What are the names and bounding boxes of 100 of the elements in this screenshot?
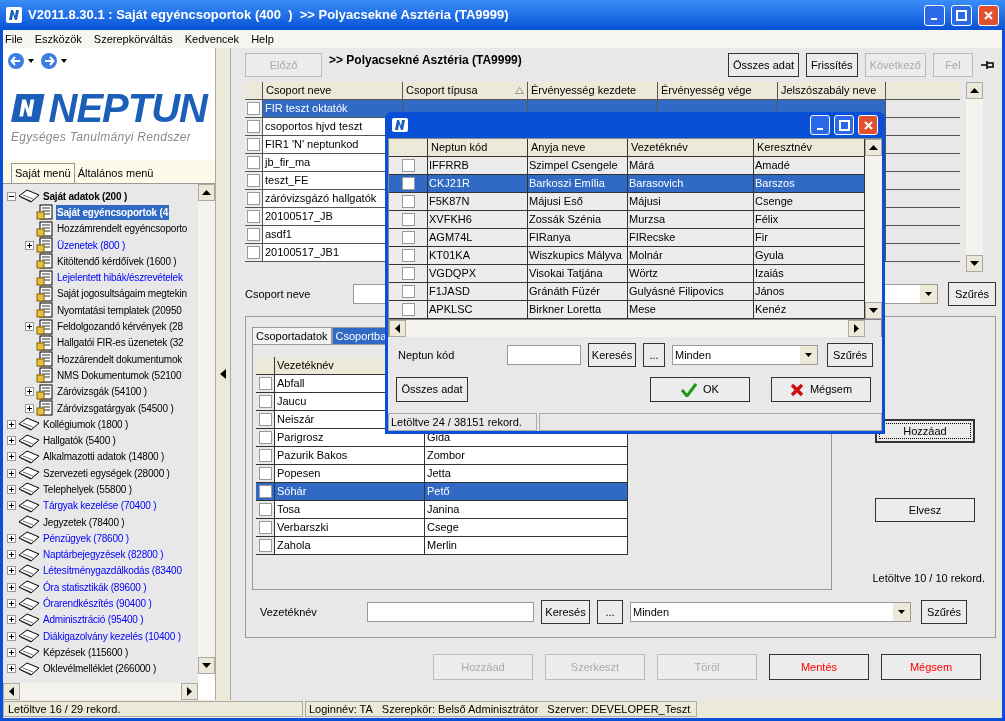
- checkbox[interactable]: [258, 449, 272, 462]
- filter-button[interactable]: Szűrés: [827, 343, 873, 367]
- tree-item[interactable]: Telephelyek (55800 ): [42, 482, 133, 497]
- expand-icon[interactable]: [7, 419, 16, 429]
- expand-icon[interactable]: [7, 485, 16, 494]
- checkbox[interactable]: [401, 231, 415, 244]
- search-input[interactable]: [367, 602, 534, 622]
- tree-item[interactable]: Saját egyéncsoportok (4: [56, 204, 169, 220]
- maximize-icon[interactable]: [834, 115, 854, 135]
- add-button[interactable]: Hozzáad: [875, 419, 975, 443]
- tree-item[interactable]: Létesítménygazdálkodás (83400: [42, 563, 183, 579]
- checkbox[interactable]: [258, 431, 272, 444]
- checkbox[interactable]: [258, 413, 272, 426]
- checkbox[interactable]: [247, 228, 260, 241]
- expand-icon[interactable]: [7, 566, 16, 576]
- filter-button[interactable]: Szűrés: [948, 282, 996, 306]
- column-header[interactable]: Csoport neve: [263, 82, 403, 99]
- checkbox[interactable]: [258, 377, 272, 390]
- close-icon[interactable]: [858, 115, 878, 135]
- expand-icon[interactable]: [7, 631, 16, 641]
- checkbox[interactable]: [401, 249, 415, 262]
- close-icon[interactable]: [978, 4, 999, 26]
- column-header[interactable]: Csoport típusa: [403, 82, 528, 99]
- menu-item[interactable]: Help: [251, 30, 274, 48]
- tree-item[interactable]: Hallgatók (5400 ): [42, 433, 117, 449]
- tree-item[interactable]: Lejelentett hibák/észrevételek: [56, 270, 184, 286]
- tree-item[interactable]: Üzenetek (800 ): [56, 237, 127, 253]
- menu-item[interactable]: Szerepkörváltás: [93, 30, 173, 48]
- tree-item[interactable]: Naptárbejegyzések (82800 ): [42, 547, 165, 563]
- checkbox[interactable]: [258, 521, 272, 534]
- expand-icon[interactable]: [7, 615, 16, 625]
- checkbox[interactable]: [401, 177, 415, 190]
- column-header[interactable]: Érvényesség vége: [658, 82, 778, 99]
- tree-item[interactable]: Saját adatok (200 ): [42, 188, 128, 204]
- checkbox[interactable]: [401, 285, 415, 298]
- tree-item[interactable]: Szervezeti egységek (28000 ): [42, 465, 171, 481]
- expand-icon[interactable]: [25, 322, 34, 331]
- checkbox[interactable]: [401, 159, 415, 172]
- column-header[interactable]: Jelszószabály neve: [778, 82, 886, 99]
- scrollbar[interactable]: [966, 82, 983, 272]
- toolbar-button[interactable]: Frissítés: [806, 53, 858, 77]
- tree-item[interactable]: Záróvizsgák (54100 ): [56, 384, 148, 400]
- menu-item[interactable]: File: [5, 30, 23, 48]
- scrollbar[interactable]: [3, 683, 198, 700]
- filter-dropdown[interactable]: Minden: [672, 345, 818, 365]
- scrollbar[interactable]: [198, 184, 215, 674]
- tree-item[interactable]: Hozzárendelt dokumentumok: [56, 351, 184, 367]
- expand-icon[interactable]: [7, 599, 16, 609]
- tree-item[interactable]: Nyomtatási templatek (20950: [56, 302, 183, 318]
- checkbox[interactable]: [247, 210, 260, 223]
- column-header[interactable]: Vezetéknév: [628, 139, 754, 156]
- search-button[interactable]: Keresés: [541, 600, 590, 624]
- checkbox[interactable]: [258, 503, 272, 516]
- remove-button[interactable]: Elvesz: [875, 498, 975, 522]
- checkbox[interactable]: [258, 485, 272, 498]
- tree-item[interactable]: Kollégiumok (1800 ): [42, 416, 130, 432]
- more-button[interactable]: ...: [597, 600, 623, 624]
- expand-icon[interactable]: [7, 468, 16, 478]
- all-data-button[interactable]: Összes adat: [396, 377, 468, 402]
- tab[interactable]: Csoportadatok: [252, 327, 332, 344]
- forward-icon[interactable]: [40, 52, 67, 70]
- tree-item[interactable]: Oklevélmelléklet (266000 ): [42, 661, 158, 677]
- collapse-panel-icon[interactable]: [220, 369, 226, 379]
- tree-item[interactable]: Kitöltendő kérdőívek (1600 ): [56, 253, 178, 269]
- back-icon[interactable]: [7, 52, 34, 70]
- minimize-icon[interactable]: [810, 115, 830, 135]
- checkbox[interactable]: [401, 195, 415, 208]
- column-header[interactable]: Anyja neve: [528, 139, 628, 156]
- expand-icon[interactable]: [7, 582, 16, 592]
- minimize-icon[interactable]: [924, 4, 945, 26]
- checkbox[interactable]: [401, 213, 415, 226]
- expand-icon[interactable]: [7, 550, 16, 560]
- tree-item[interactable]: Órarendkészítés (90400 ): [42, 596, 153, 612]
- checkbox[interactable]: [258, 467, 272, 480]
- tree-item[interactable]: Jegyzetek (78400 ): [42, 514, 126, 530]
- collapse-icon[interactable]: [7, 191, 16, 201]
- expand-icon[interactable]: [7, 436, 16, 446]
- expand-icon[interactable]: [7, 533, 16, 543]
- expand-icon[interactable]: [7, 501, 16, 511]
- tree-item[interactable]: Hallgatói FIR-es üzenetek (32: [56, 335, 185, 351]
- tree-item[interactable]: Feldolgozandó kérvények (28: [56, 319, 184, 334]
- expand-icon[interactable]: [25, 387, 34, 397]
- tree-item[interactable]: Diákigazolvány kezelés (10400 ): [42, 628, 182, 644]
- tree-item[interactable]: Záróvizsgatárgyak (54500 ): [56, 400, 175, 416]
- tree-item[interactable]: Óra statisztikák (89600 ): [42, 579, 148, 595]
- scrollbar[interactable]: [865, 139, 882, 319]
- tree-item[interactable]: Adminisztráció (95400 ): [42, 612, 145, 628]
- sidebar-tab[interactable]: Saját menü: [11, 163, 75, 183]
- tree-item[interactable]: Saját jogosultságaim megtekin: [56, 286, 188, 302]
- checkbox[interactable]: [401, 303, 415, 316]
- checkbox[interactable]: [247, 246, 260, 259]
- search-button[interactable]: Keresés: [588, 343, 636, 367]
- menu-item[interactable]: Eszközök: [34, 30, 82, 48]
- checkbox[interactable]: [258, 539, 272, 552]
- checkbox[interactable]: [247, 156, 260, 169]
- cancel-button[interactable]: Mégsem: [771, 377, 871, 402]
- tree-item[interactable]: Tárgyak kezelése (70400 ): [42, 498, 158, 514]
- ok-button[interactable]: OK: [650, 377, 750, 402]
- expand-icon[interactable]: [25, 240, 34, 250]
- checkbox[interactable]: [247, 192, 260, 205]
